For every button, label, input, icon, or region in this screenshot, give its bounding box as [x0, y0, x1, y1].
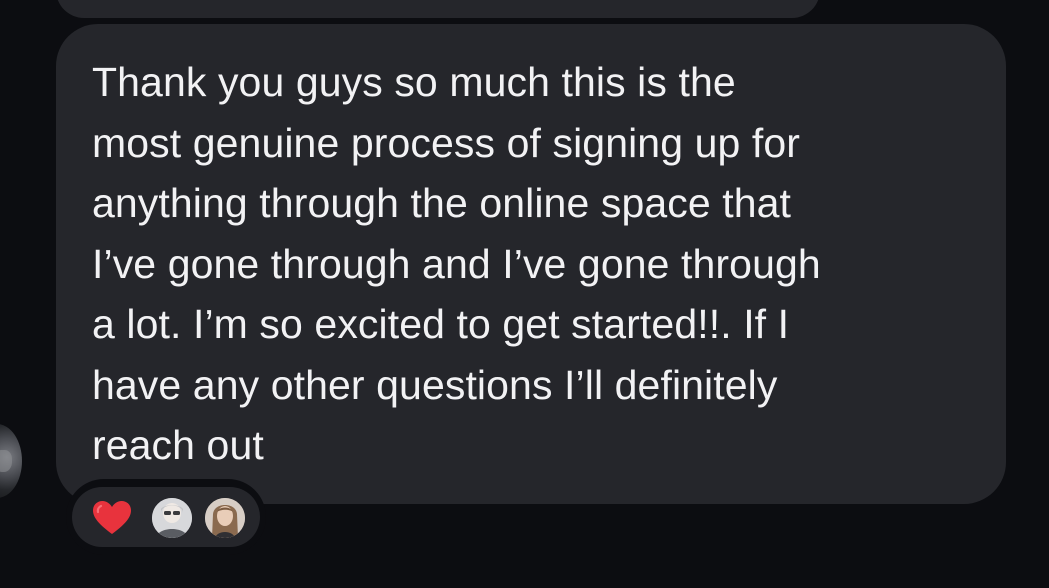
heart-icon [93, 501, 131, 534]
reactor-avatar[interactable] [152, 498, 192, 538]
reactor-avatar[interactable] [205, 498, 245, 538]
previous-message-bubble[interactable] [56, 0, 820, 18]
avatar-photo-icon [205, 498, 245, 538]
reactions-pill[interactable] [72, 487, 260, 547]
sender-avatar[interactable] [0, 424, 22, 498]
message-text: Thank you guys so much this is the most … [92, 59, 821, 468]
reactions-bar[interactable] [66, 479, 266, 555]
avatar-photo-icon [152, 498, 192, 538]
